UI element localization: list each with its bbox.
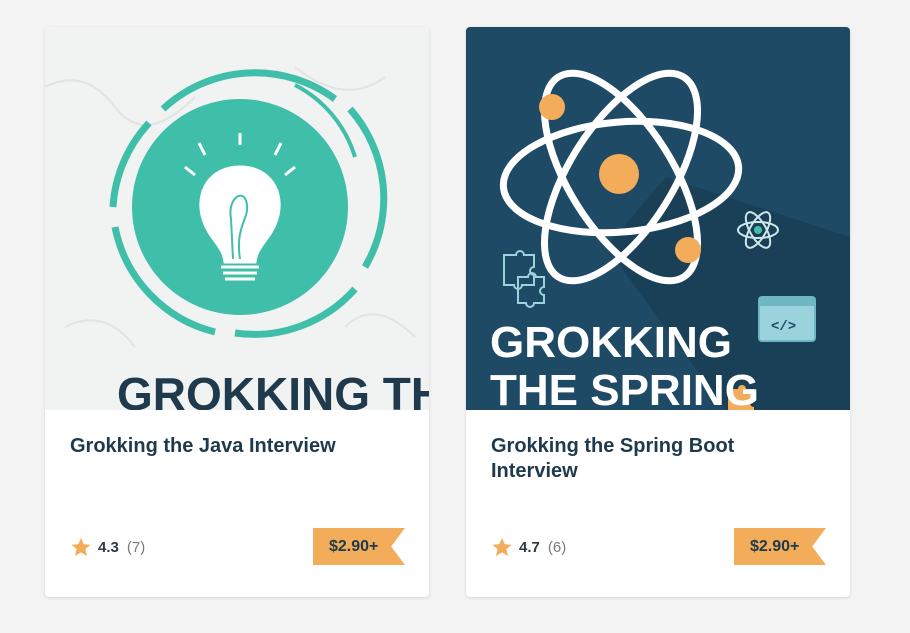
java-cover-art: GROKKING THE	[45, 27, 429, 410]
review-count: (6)	[547, 538, 567, 556]
svg-text:</>: </>	[771, 319, 796, 335]
svg-text:GROKKING THE: GROKKING THE	[117, 368, 429, 410]
course-card-spring-boot[interactable]: </> GROKKING THE SPRING Grokking the Spr…	[466, 27, 850, 597]
course-title[interactable]: Grokking the Java Interview	[70, 434, 390, 459]
rating-value: 4.3	[98, 538, 119, 556]
course-title[interactable]: Grokking the Spring Boot Interview	[491, 434, 811, 484]
rating-value: 4.7	[519, 538, 540, 556]
course-rating: 4.3 (7)	[70, 536, 145, 558]
review-count: (7)	[126, 538, 146, 556]
code-window-icon: </>	[758, 296, 816, 342]
course-cover-spring-boot[interactable]: </> GROKKING THE SPRING	[466, 27, 850, 410]
spring-cover-art: </> GROKKING THE SPRING	[466, 27, 850, 410]
star-icon	[492, 537, 512, 556]
svg-text:GROKKING: GROKKING	[490, 318, 732, 367]
course-card-java[interactable]: GROKKING THE Grokking the Java Interview…	[45, 27, 429, 597]
svg-text:THE SPRING: THE SPRING	[490, 366, 759, 410]
course-cover-java[interactable]: GROKKING THE	[45, 27, 429, 410]
price-tag: $2.90+	[313, 528, 405, 565]
star-icon	[71, 537, 91, 556]
course-rating: 4.7 (6)	[491, 536, 566, 558]
price-tag: $2.90+	[734, 528, 826, 565]
